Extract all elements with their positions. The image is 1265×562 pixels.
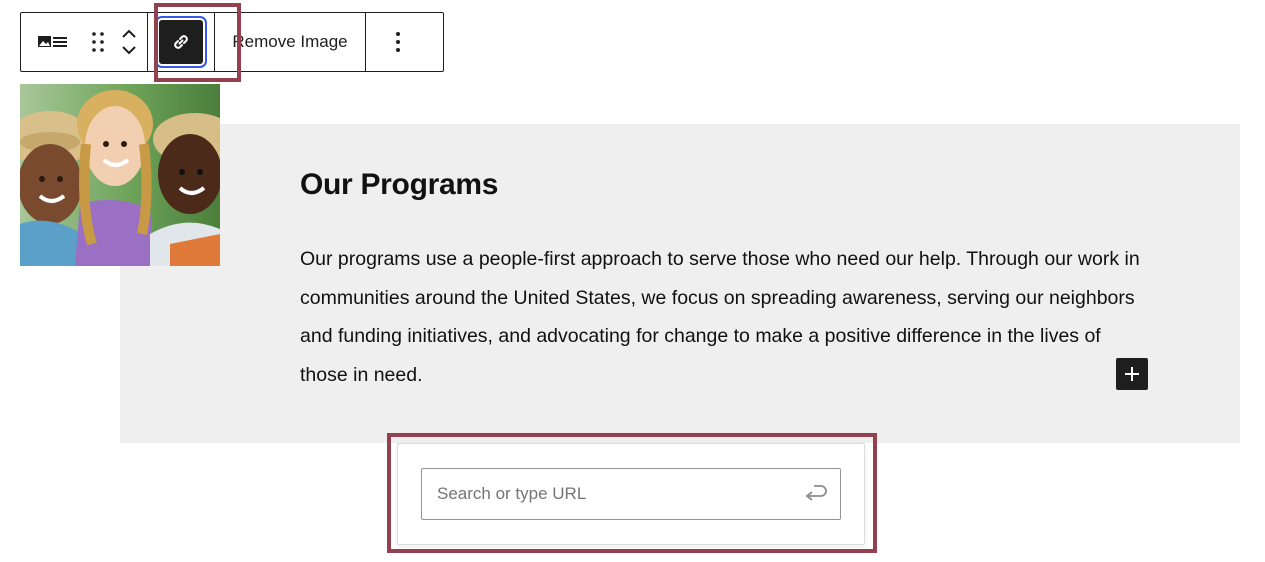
toolbar-group-link (148, 13, 214, 71)
enter-return-icon (805, 485, 827, 501)
remove-image-button[interactable]: Remove Image (215, 13, 365, 71)
link-popover (397, 443, 865, 545)
block-mover (111, 13, 147, 71)
more-options-button[interactable] (366, 13, 430, 71)
chevron-down-icon[interactable] (121, 45, 137, 55)
submit-link-button[interactable] (790, 469, 840, 519)
editor-canvas: Our Programs Our programs use a people-f… (0, 0, 1265, 562)
link-icon (174, 35, 188, 49)
chevron-up-icon[interactable] (121, 29, 137, 39)
section-paragraph[interactable]: Our programs use a people-first approach… (300, 240, 1145, 394)
link-button[interactable] (159, 20, 203, 64)
add-block-button[interactable] (1116, 358, 1148, 390)
toolbar-group-block (21, 13, 147, 71)
section-heading[interactable]: Our Programs (300, 160, 1150, 210)
block-type-button[interactable] (21, 13, 85, 71)
url-field (421, 468, 841, 520)
url-search-input[interactable] (422, 469, 790, 519)
media-text-icon (38, 36, 67, 47)
plus-icon (1125, 367, 1139, 381)
children-photo (20, 84, 220, 266)
media-text-content: Our Programs Our programs use a people-f… (300, 160, 1150, 394)
media-image[interactable] (20, 84, 220, 266)
more-vertical-icon (396, 32, 400, 52)
drag-handle-button[interactable] (85, 13, 111, 71)
drag-handle-icon (92, 32, 104, 52)
block-toolbar: Remove Image (20, 12, 444, 72)
